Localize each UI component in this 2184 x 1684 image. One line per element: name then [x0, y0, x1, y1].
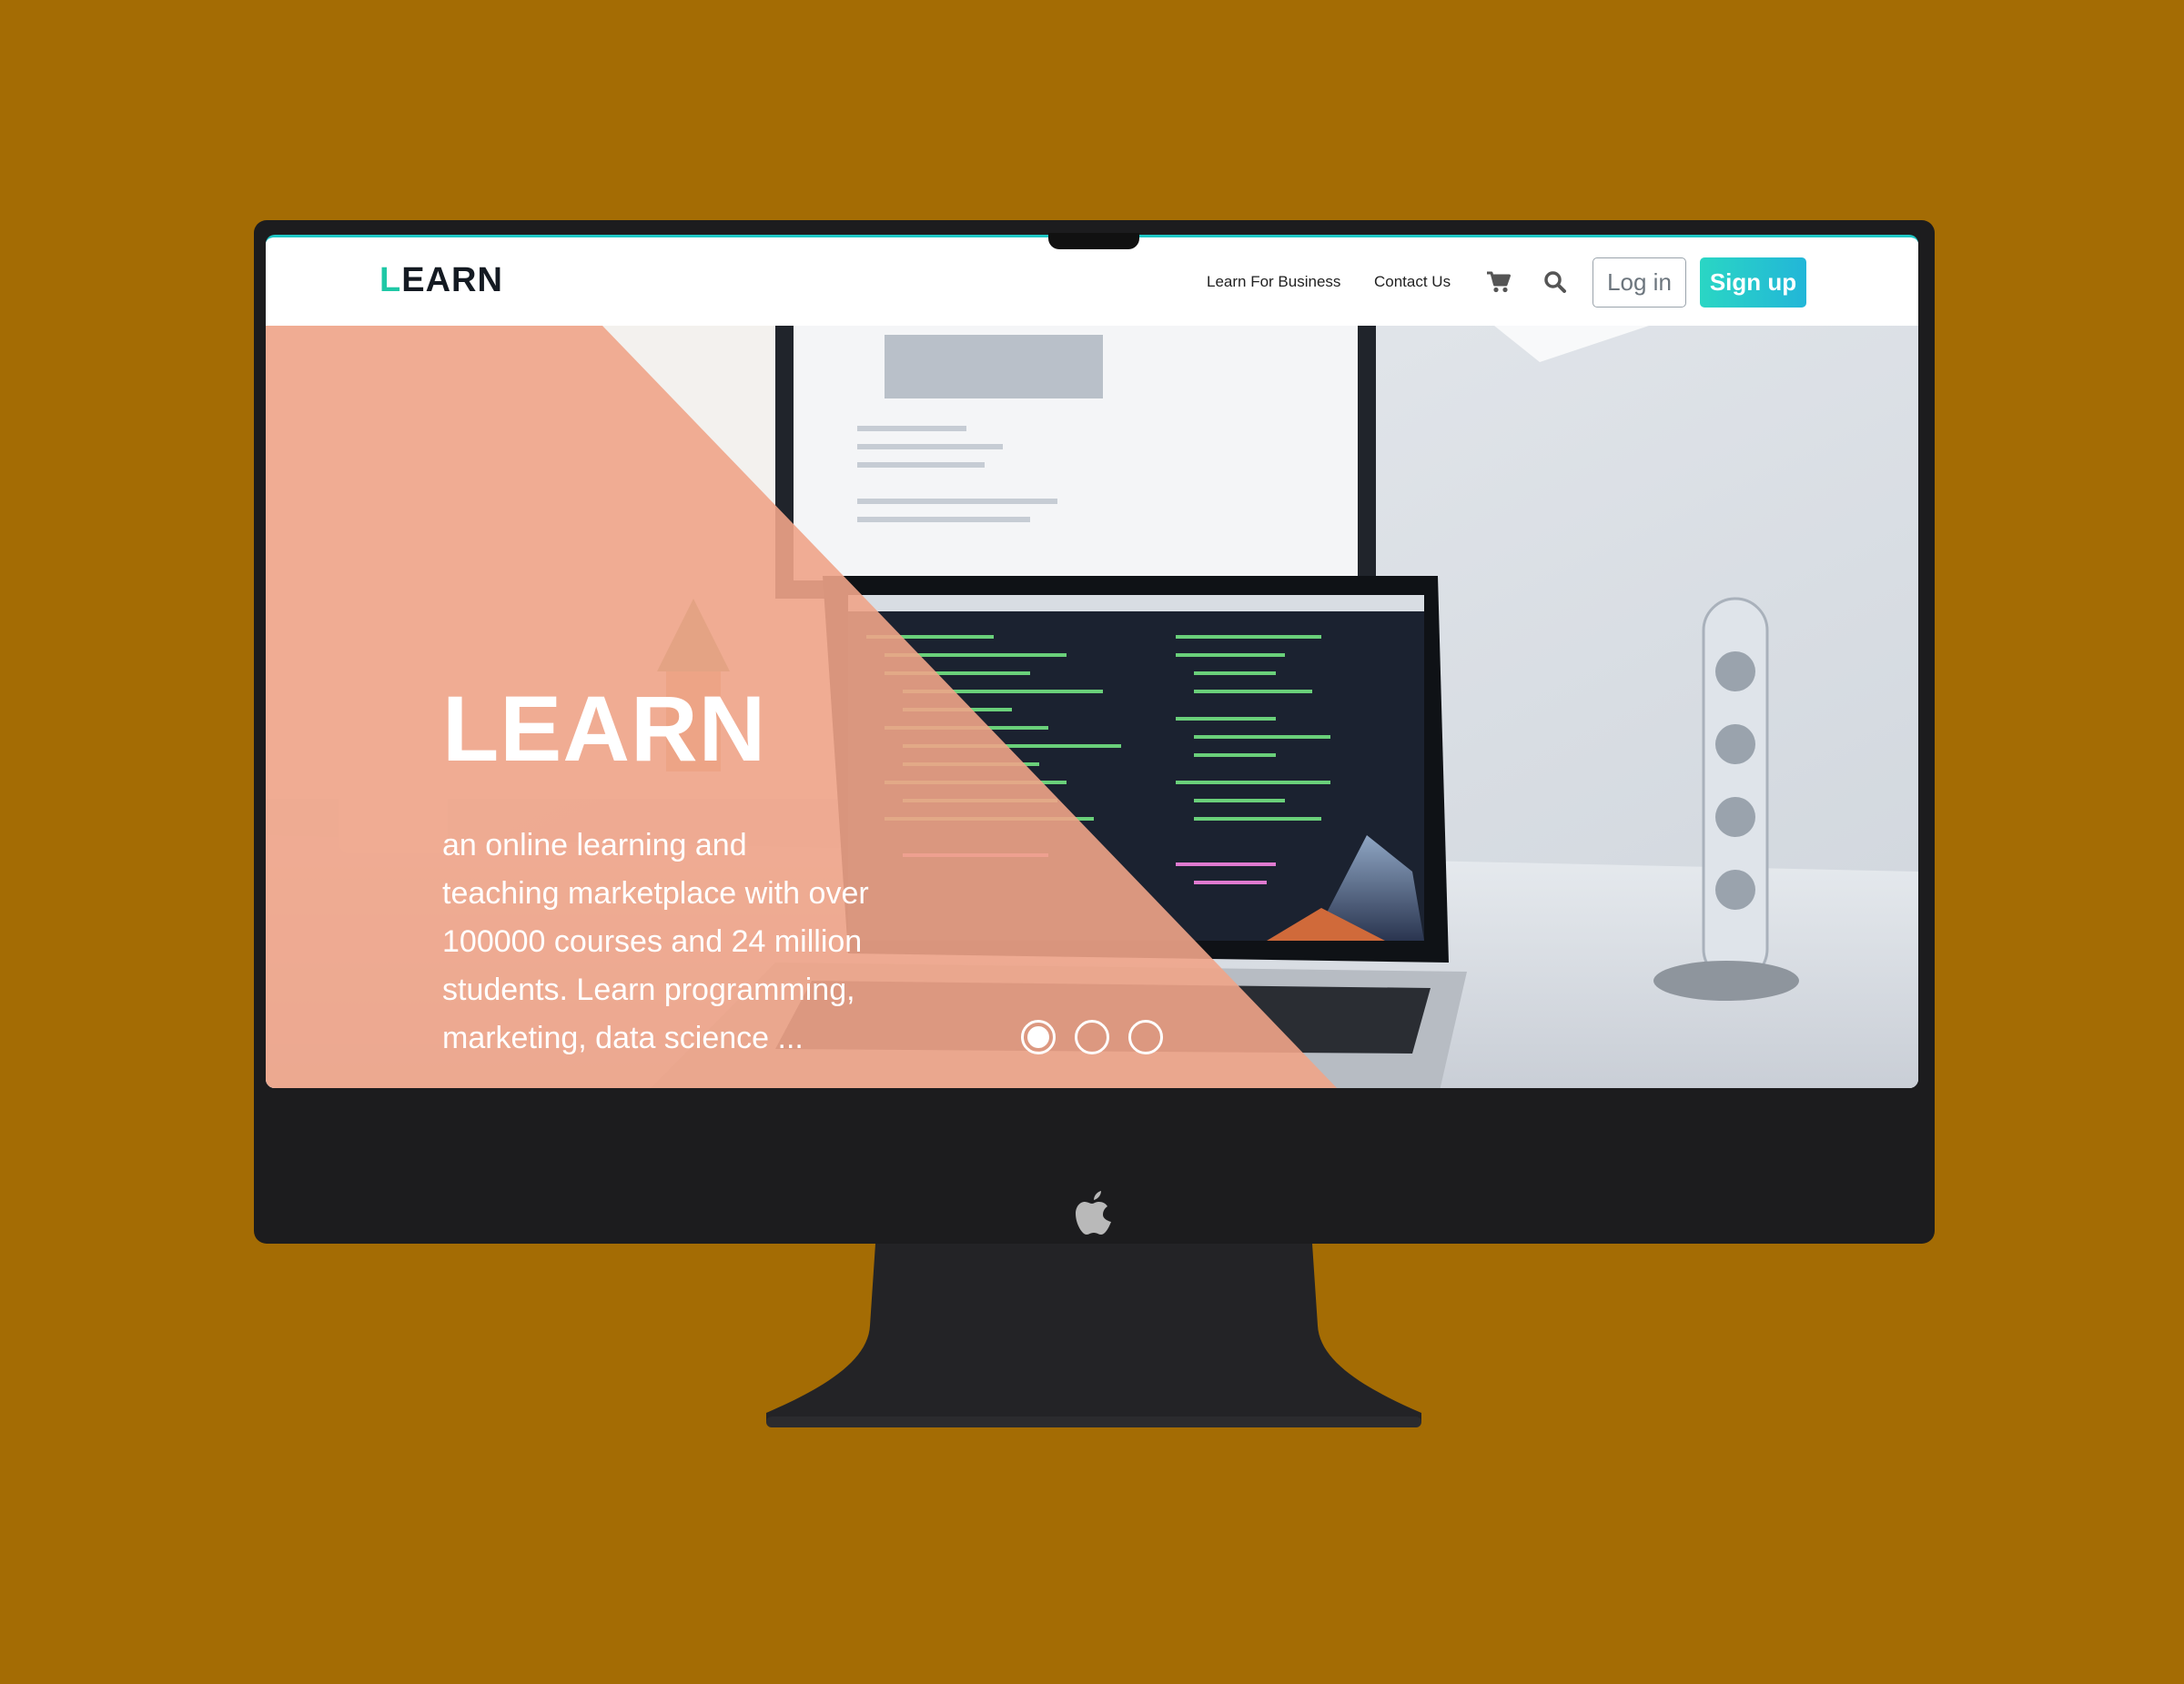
- carousel-dot-3[interactable]: [1128, 1020, 1163, 1054]
- navbar: LEARN Learn For Business Contact Us Log …: [266, 237, 1918, 326]
- brand-first-letter: L: [379, 261, 402, 299]
- screen: LEARN Learn For Business Contact Us Log …: [266, 235, 1918, 1088]
- signup-button[interactable]: Sign up: [1700, 257, 1806, 308]
- webcam: [1048, 233, 1139, 249]
- hero-line: marketing, data science ...: [442, 1021, 804, 1055]
- brand-rest: EARN: [401, 261, 503, 299]
- nav-contact-us[interactable]: Contact Us: [1374, 273, 1451, 291]
- cart-icon[interactable]: [1485, 268, 1512, 296]
- nav-learn-for-business[interactable]: Learn For Business: [1207, 273, 1340, 291]
- hero-description: an online learning and teaching marketpl…: [442, 822, 915, 1063]
- apple-logo-icon: [1076, 1191, 1111, 1235]
- carousel-indicators: [1021, 1020, 1163, 1054]
- hero-line: teaching marketplace with over: [442, 876, 869, 911]
- hero-line: students. Learn programming,: [442, 973, 855, 1007]
- monitor-stand: [766, 1244, 1421, 1427]
- login-button[interactable]: Log in: [1592, 257, 1686, 308]
- hero-carousel: LEARN an online learning and teaching ma…: [266, 326, 1918, 1088]
- carousel-dot-2[interactable]: [1075, 1020, 1109, 1054]
- hero-title: LEARN: [442, 677, 767, 781]
- search-icon[interactable]: [1542, 268, 1569, 296]
- hero-line: an online learning and: [442, 828, 747, 862]
- hero-line: 100000 courses and 24 million: [442, 924, 863, 959]
- monitor-frame: LEARN Learn For Business Contact Us Log …: [254, 220, 1935, 1244]
- carousel-dot-1[interactable]: [1021, 1020, 1056, 1054]
- brand-logo[interactable]: LEARN: [379, 261, 503, 300]
